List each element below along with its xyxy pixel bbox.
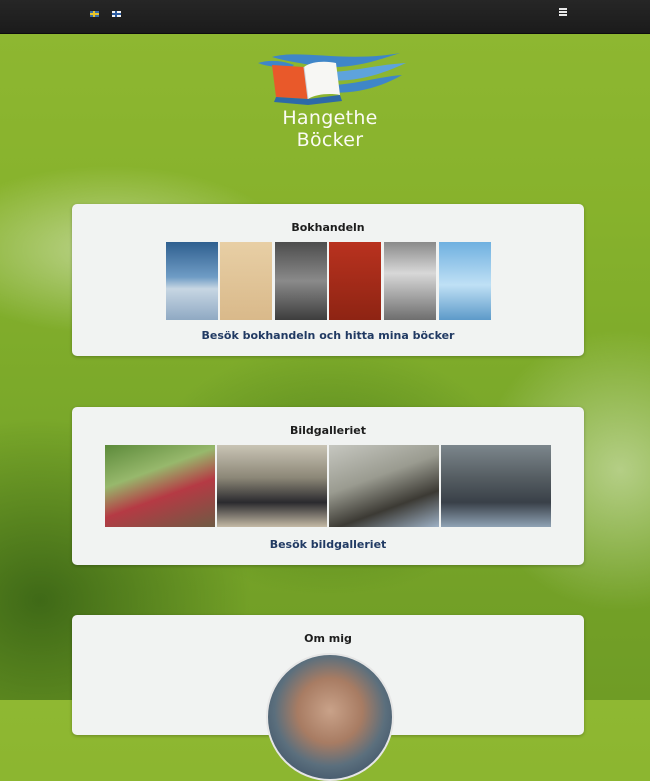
top-bar (0, 0, 650, 34)
gallery-card: Bildgalleriet Besök bildgalleriet (72, 407, 584, 565)
book-cover-5[interactable] (384, 242, 436, 320)
hamburger-menu-icon[interactable] (559, 8, 567, 16)
bookshop-title: Bokhandeln (291, 221, 365, 234)
gallery-title: Bildgalleriet (289, 424, 366, 437)
bookshop-card: Bokhandeln Besök bokhandeln och hitta mi… (72, 204, 584, 356)
book-cover-4[interactable] (329, 242, 381, 320)
book-cover-6[interactable] (439, 242, 491, 320)
bookshop-link[interactable]: Besök bokhandeln och hitta mina böcker (72, 329, 584, 342)
site-logo[interactable]: Hangethe Böcker (250, 47, 410, 151)
gallery-photo-4[interactable] (441, 445, 551, 527)
book-cover-2[interactable] (220, 242, 272, 320)
swedish-flag-icon[interactable] (90, 11, 99, 17)
author-photo[interactable] (266, 653, 394, 781)
gallery-photo-3[interactable] (329, 445, 439, 527)
book-cover-1[interactable] (166, 242, 218, 320)
gallery-photo-2[interactable] (217, 445, 327, 527)
finnish-flag-icon[interactable] (112, 11, 121, 17)
book-cover-3[interactable] (275, 242, 327, 320)
about-title: Om mig (304, 632, 352, 645)
logo-text: Hangethe Böcker (282, 107, 378, 151)
open-book-waves-logo (258, 53, 406, 105)
gallery-link[interactable]: Besök bildgalleriet (72, 538, 584, 551)
gallery-photo-1[interactable] (105, 445, 215, 527)
